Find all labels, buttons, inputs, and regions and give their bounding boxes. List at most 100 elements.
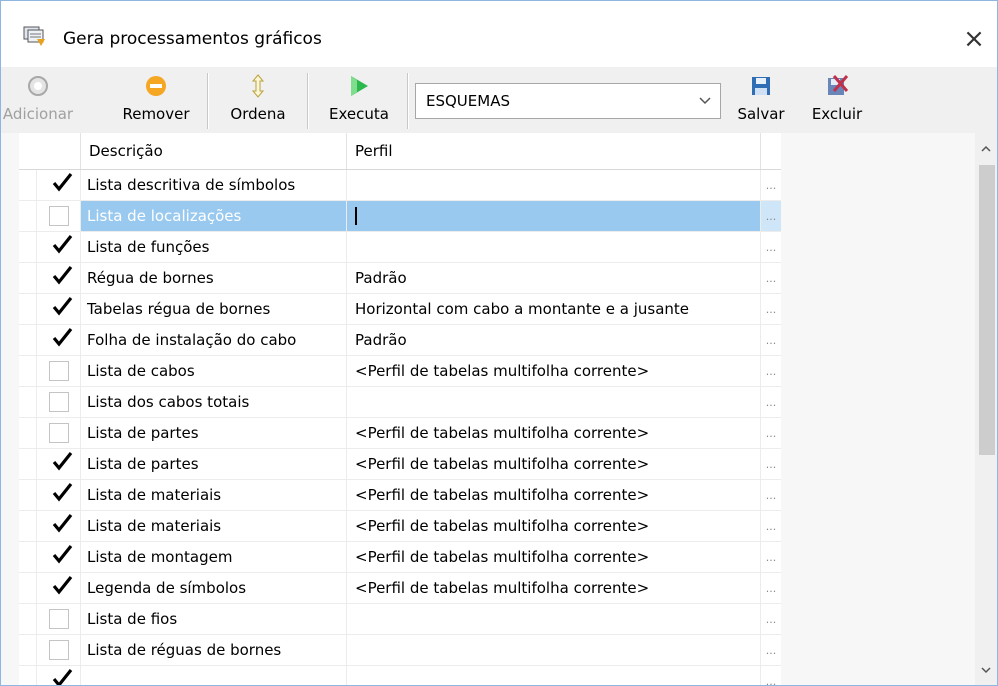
row-checkbox[interactable] — [48, 640, 69, 660]
table-row[interactable]: Lista de réguas de bornes... — [19, 635, 781, 666]
profile-type-dropdown[interactable]: ESQUEMAS — [415, 83, 721, 119]
perfil-cell[interactable] — [347, 232, 761, 262]
row-indicator — [19, 480, 37, 510]
perfil-cell[interactable]: <Perfil de tabelas multifolha corrente> — [347, 449, 761, 479]
perfil-cell[interactable] — [347, 604, 761, 634]
table-row[interactable]: Lista de partes <Perfil de tabelas multif… — [19, 449, 781, 480]
descricao-cell[interactable]: Lista de materiais — [81, 480, 347, 510]
scroll-down-icon[interactable] — [975, 657, 997, 683]
perfil-ellipsis-button[interactable]: ... — [761, 232, 781, 262]
perfil-cell[interactable] — [347, 170, 761, 200]
perfil-cell[interactable]: Horizontal com cabo a montante e a jusan… — [347, 294, 761, 324]
perfil-ellipsis-button[interactable]: ... — [761, 604, 781, 634]
row-checkbox[interactable] — [48, 423, 69, 443]
descricao-cell[interactable]: Lista de montagem — [81, 542, 347, 572]
table-row[interactable]: Lista de cabos <Perfil de tabelas multifo… — [19, 356, 781, 387]
vertical-scrollbar[interactable] — [975, 133, 997, 685]
perfil-cell[interactable] — [347, 666, 761, 685]
descricao-cell[interactable]: Lista dos cabos totais — [81, 387, 347, 417]
perfil-ellipsis-button[interactable]: ... — [761, 325, 781, 355]
perfil-cell[interactable]: <Perfil de tabelas multifolha corrente> — [347, 542, 761, 572]
perfil-ellipsis-button[interactable]: ... — [761, 635, 781, 665]
table-row[interactable]: Lista de fios... — [19, 604, 781, 635]
perfil-cell[interactable]: <Perfil de tabelas multifolha corrente> — [347, 573, 761, 603]
row-checkbox[interactable] — [49, 483, 72, 505]
table-row[interactable]: Lista de montagem <Perfil de tabelas mult… — [19, 542, 781, 573]
perfil-ellipsis-button[interactable]: ... — [761, 542, 781, 572]
row-checkbox[interactable] — [49, 266, 72, 288]
add-button[interactable]: Adicionar — [3, 67, 73, 133]
perfil-cell[interactable]: <Perfil de tabelas multifolha corrente> — [347, 356, 761, 386]
perfil-ellipsis-button[interactable]: ... — [761, 449, 781, 479]
scroll-up-icon[interactable] — [975, 135, 997, 161]
perfil-cell[interactable]: Padrão — [347, 263, 761, 293]
perfil-ellipsis-button[interactable]: ... — [761, 201, 781, 231]
perfil-ellipsis-button[interactable]: ... — [761, 387, 781, 417]
descricao-cell[interactable]: Lista de réguas de bornes — [81, 635, 347, 665]
table-row[interactable]: Lista dos cabos totais... — [19, 387, 781, 418]
table-row[interactable]: Lista de partes <Perfil de tabelas multif… — [19, 418, 781, 449]
descricao-cell[interactable]: Lista de partes — [81, 418, 347, 448]
perfil-ellipsis-button[interactable]: ... — [761, 666, 781, 686]
header-perfil[interactable]: Perfil — [347, 133, 761, 169]
close-button[interactable]: × — [951, 19, 997, 59]
perfil-cell[interactable] — [347, 387, 761, 417]
descricao-cell[interactable]: Lista de partes — [81, 449, 347, 479]
scroll-thumb[interactable] — [979, 165, 995, 455]
row-checkbox[interactable] — [49, 576, 72, 598]
descricao-cell[interactable]: Lista de materiais — [81, 511, 347, 541]
remove-button[interactable]: Remover — [111, 67, 201, 133]
descricao-cell[interactable] — [81, 666, 347, 685]
perfil-ellipsis-button[interactable]: ... — [761, 356, 781, 386]
perfil-cell[interactable]: <Perfil de tabelas multifolha corrente> — [347, 511, 761, 541]
row-checkbox[interactable] — [49, 173, 72, 195]
table-row[interactable]: Lista de materiais <Perfil de tabelas mul… — [19, 511, 781, 542]
row-checkbox[interactable] — [49, 514, 72, 536]
perfil-ellipsis-button[interactable]: ... — [761, 294, 781, 324]
row-checkbox[interactable] — [48, 361, 69, 381]
descricao-cell[interactable]: Lista de fios — [81, 604, 347, 634]
perfil-ellipsis-button[interactable]: ... — [761, 263, 781, 293]
perfil-cell[interactable] — [347, 201, 761, 231]
perfil-ellipsis-button[interactable]: ... — [761, 418, 781, 448]
descricao-cell[interactable]: Lista descritiva de símbolos — [81, 170, 347, 200]
descricao-cell[interactable]: Lista de localizações — [81, 201, 347, 231]
descricao-cell[interactable]: Folha de instalação do cabo — [81, 325, 347, 355]
row-checkbox[interactable] — [49, 235, 72, 257]
table-row[interactable]: Lista descritiva de símbolos... — [19, 170, 781, 201]
table-row[interactable]: Lista de funções... — [19, 232, 781, 263]
table-row[interactable]: Folha de instalação do cabo Padrão... — [19, 325, 781, 356]
perfil-cell[interactable] — [347, 635, 761, 665]
table-row[interactable]: Régua de bornes Padrão... — [19, 263, 781, 294]
row-checkbox[interactable] — [49, 545, 72, 567]
perfil-cell[interactable]: Padrão — [347, 325, 761, 355]
save-button[interactable]: Salvar — [729, 67, 793, 133]
table-row[interactable]: Tabelas régua de bornes Horizontal com ca… — [19, 294, 781, 325]
perfil-ellipsis-button[interactable]: ... — [761, 511, 781, 541]
table-row[interactable]: Lista de localizações... — [19, 201, 781, 232]
row-checkbox[interactable] — [48, 206, 69, 226]
descricao-cell[interactable]: Tabelas régua de bornes — [81, 294, 347, 324]
delete-button[interactable]: Excluir — [801, 67, 873, 133]
perfil-cell[interactable]: <Perfil de tabelas multifolha corrente> — [347, 480, 761, 510]
perfil-ellipsis-button[interactable]: ... — [761, 480, 781, 510]
row-checkbox[interactable] — [48, 392, 69, 412]
row-checkbox[interactable] — [49, 452, 72, 474]
table-row[interactable]: ... — [19, 666, 781, 685]
row-checkbox[interactable] — [49, 328, 72, 350]
descricao-cell[interactable]: Régua de bornes — [81, 263, 347, 293]
table-row[interactable]: Lista de materiais <Perfil de tabelas mul… — [19, 480, 781, 511]
table-row[interactable]: Legenda de símbolos <Perfil de tabelas mu… — [19, 573, 781, 604]
header-descricao[interactable]: Descrição — [81, 133, 347, 169]
row-checkbox[interactable] — [49, 297, 72, 319]
descricao-cell[interactable]: Lista de funções — [81, 232, 347, 262]
row-checkbox[interactable] — [49, 669, 72, 685]
execute-button[interactable]: Executa — [317, 67, 401, 133]
descricao-cell[interactable]: Legenda de símbolos — [81, 573, 347, 603]
row-checkbox[interactable] — [48, 609, 69, 629]
perfil-ellipsis-button[interactable]: ... — [761, 170, 781, 200]
perfil-cell[interactable]: <Perfil de tabelas multifolha corrente> — [347, 418, 761, 448]
perfil-ellipsis-button[interactable]: ... — [761, 573, 781, 603]
descricao-cell[interactable]: Lista de cabos — [81, 356, 347, 386]
sort-button[interactable]: Ordena — [217, 67, 299, 133]
